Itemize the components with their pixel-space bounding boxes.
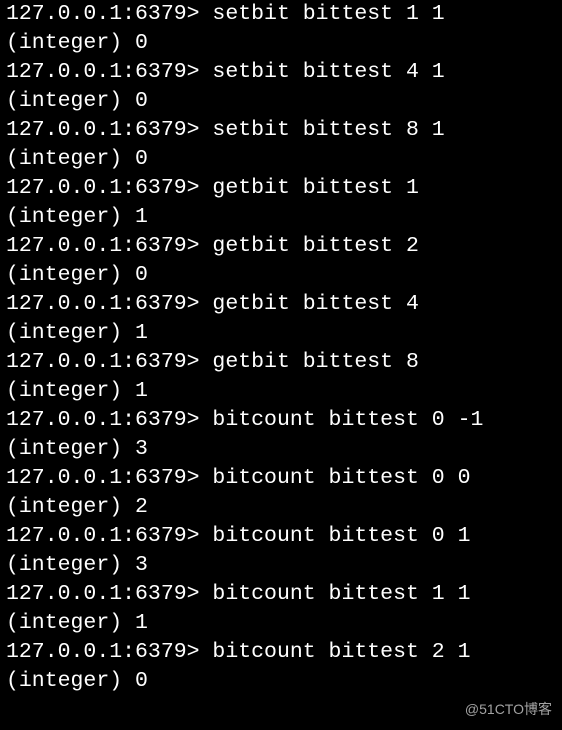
terminal-output-line: (integer) 3: [6, 551, 556, 580]
watermark: @51CTO博客: [465, 695, 552, 724]
terminal-command-line: 127.0.0.1:6379> getbit bittest 1: [6, 174, 556, 203]
terminal-command-line: 127.0.0.1:6379> getbit bittest 8: [6, 348, 556, 377]
terminal-output-line: (integer) 0: [6, 667, 556, 696]
terminal-command-line: 127.0.0.1:6379> bitcount bittest 0 0: [6, 464, 556, 493]
terminal-output-line: (integer) 0: [6, 87, 556, 116]
terminal-command-line: 127.0.0.1:6379> bitcount bittest 1 1: [6, 580, 556, 609]
terminal-command-line: 127.0.0.1:6379> bitcount bittest 0 1: [6, 522, 556, 551]
terminal-output-line: (integer) 0: [6, 261, 556, 290]
terminal-output[interactable]: 127.0.0.1:6379> setbit bittest 1 1(integ…: [0, 0, 562, 698]
terminal-command-line: 127.0.0.1:6379> setbit bittest 4 1: [6, 58, 556, 87]
terminal-command-line: 127.0.0.1:6379> bitcount bittest 0 -1: [6, 406, 556, 435]
terminal-command-line: 127.0.0.1:6379> setbit bittest 1 1: [6, 0, 556, 29]
terminal-output-line: (integer) 1: [6, 377, 556, 406]
terminal-output-line: (integer) 1: [6, 203, 556, 232]
terminal-command-line: 127.0.0.1:6379> getbit bittest 4: [6, 290, 556, 319]
terminal-output-line: (integer) 2: [6, 493, 556, 522]
terminal-output-line: (integer) 0: [6, 145, 556, 174]
terminal-output-line: (integer) 3: [6, 435, 556, 464]
terminal-command-line: 127.0.0.1:6379> getbit bittest 2: [6, 232, 556, 261]
terminal-command-line: 127.0.0.1:6379> setbit bittest 8 1: [6, 116, 556, 145]
terminal-output-line: (integer) 1: [6, 319, 556, 348]
terminal-output-line: (integer) 0: [6, 29, 556, 58]
terminal-command-line: 127.0.0.1:6379> bitcount bittest 2 1: [6, 638, 556, 667]
terminal-output-line: (integer) 1: [6, 609, 556, 638]
